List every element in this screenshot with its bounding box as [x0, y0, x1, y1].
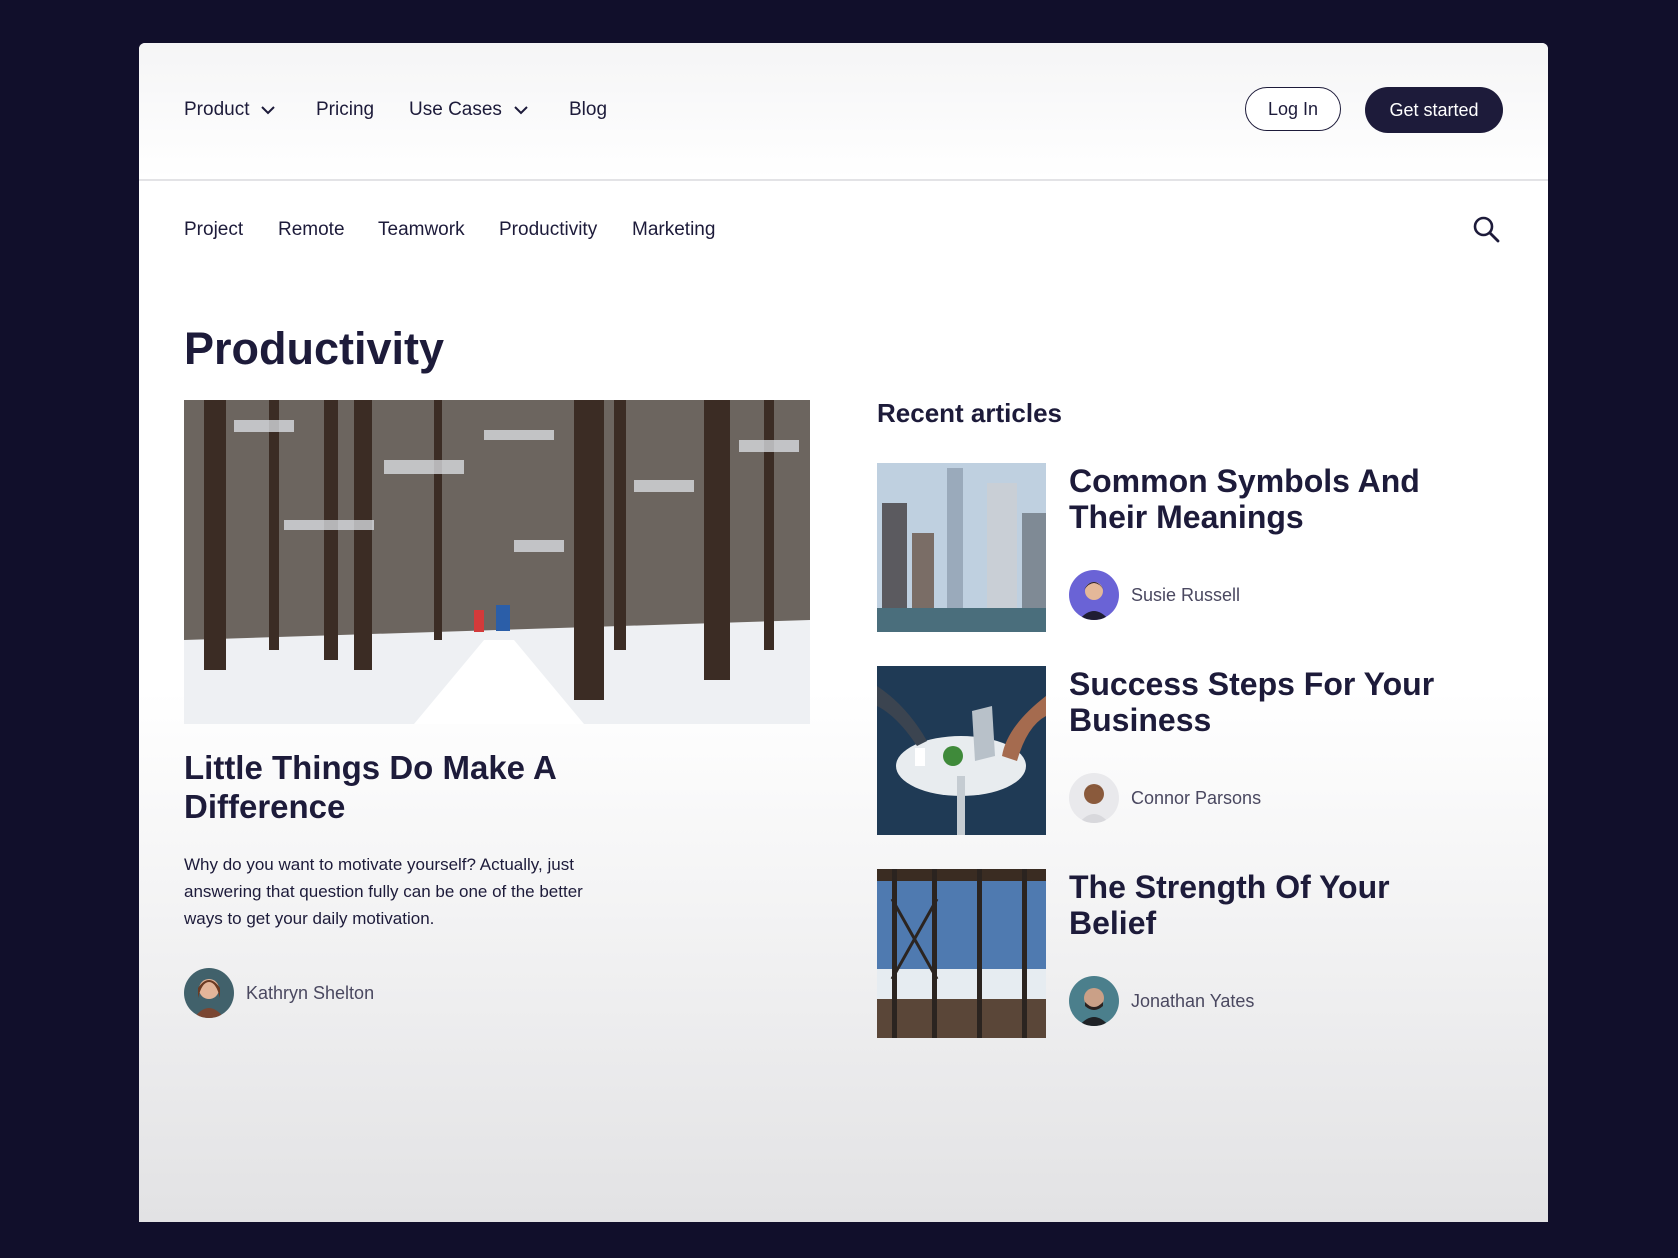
- article-1-thumbnail[interactable]: [877, 463, 1046, 632]
- login-button[interactable]: Log In: [1245, 87, 1341, 131]
- nav-pricing-label: Pricing: [316, 99, 375, 120]
- featured-author-name: Kathryn Shelton: [246, 982, 375, 1003]
- featured-author: Kathryn Shelton: [184, 968, 374, 1018]
- nav-blog-label: Blog: [569, 99, 608, 120]
- featured-article-image[interactable]: [184, 400, 810, 724]
- category-marketing[interactable]: Marketing: [632, 219, 715, 241]
- category-remote[interactable]: Remote: [278, 219, 345, 241]
- featured-article-title[interactable]: Little Things Do Make A Difference: [184, 748, 704, 826]
- featured-article-description: Why do you want to motivate yourself? Ac…: [184, 855, 583, 928]
- article-1-author-name: Susie Russell: [1131, 584, 1241, 605]
- nav-product-label: Product: [184, 99, 250, 120]
- avatar: [1069, 570, 1119, 620]
- chevron-down-icon: [514, 106, 528, 115]
- article-2-thumbnail[interactable]: [877, 666, 1046, 835]
- article-2-author-name: Connor Parsons: [1131, 787, 1262, 808]
- article-2-title[interactable]: Success Steps For Your Business: [1069, 666, 1469, 738]
- nav-product[interactable]: Product: [184, 99, 277, 121]
- page-title: Productivity: [184, 323, 445, 374]
- nav-blog[interactable]: Blog: [569, 99, 607, 121]
- article-3-thumbnail[interactable]: [877, 869, 1046, 1038]
- category-project[interactable]: Project: [184, 219, 243, 241]
- article-2-author: Connor Parsons: [1069, 773, 1261, 823]
- article-3-author: Jonathan Yates: [1069, 976, 1254, 1026]
- avatar: [1069, 773, 1119, 823]
- article-1-title[interactable]: Common Symbols And Their Meanings: [1069, 463, 1469, 535]
- avatar: [1069, 976, 1119, 1026]
- browser-page: Product Pricing Use Cases Blog Log In Ge…: [139, 43, 1548, 1222]
- nav-use-cases-label: Use Cases: [409, 99, 502, 120]
- nav-use-cases[interactable]: Use Cases: [409, 99, 530, 121]
- category-teamwork[interactable]: Teamwork: [378, 219, 465, 241]
- search-icon[interactable]: [1472, 215, 1500, 243]
- avatar: [184, 968, 234, 1018]
- article-3-title[interactable]: The Strength Of Your Belief: [1069, 869, 1469, 941]
- article-3-author-name: Jonathan Yates: [1131, 990, 1255, 1011]
- get-started-button[interactable]: Get started: [1365, 87, 1503, 133]
- recent-articles-heading: Recent articles: [877, 398, 1062, 428]
- article-1-author: Susie Russell: [1069, 570, 1240, 620]
- nav-pricing[interactable]: Pricing: [316, 99, 374, 121]
- top-navbar: Product Pricing Use Cases Blog Log In Ge…: [139, 43, 1548, 181]
- chevron-down-icon: [261, 106, 276, 115]
- category-productivity[interactable]: Productivity: [499, 219, 597, 241]
